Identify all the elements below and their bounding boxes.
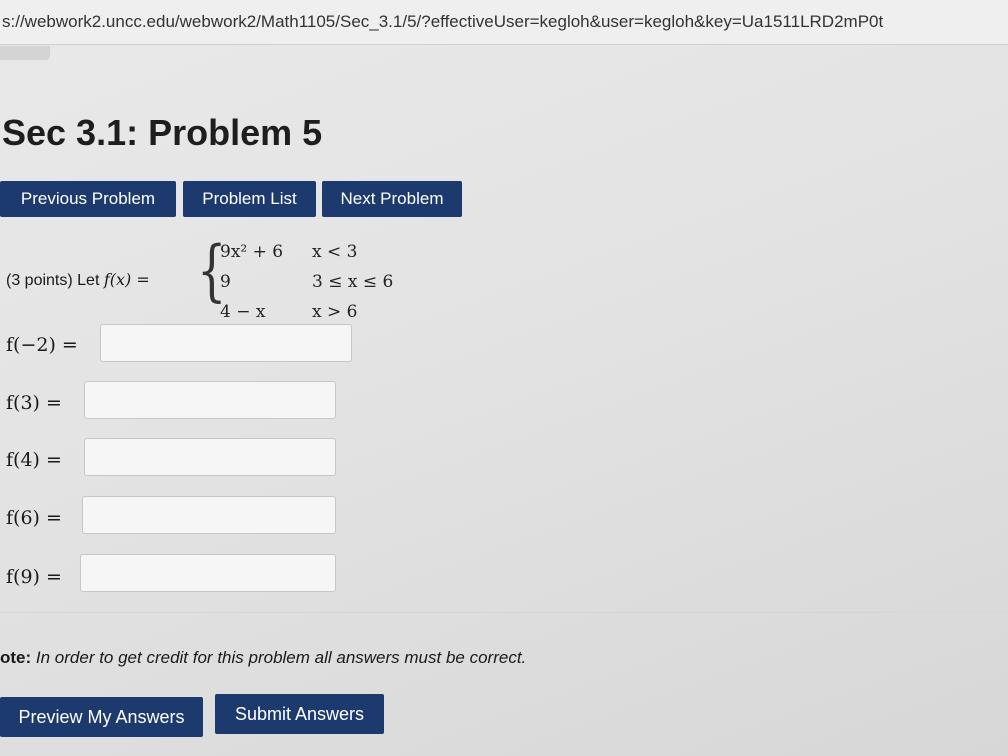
equals-sign: = <box>131 270 150 289</box>
next-problem-button[interactable]: Next Problem <box>322 181 462 217</box>
note-text: In order to get credit for this problem … <box>31 648 527 667</box>
problem-statement: (3 points) Let f(x) = <box>6 270 150 290</box>
question-label: f(4) = <box>6 449 62 471</box>
question-label: f(−2) = <box>6 334 78 356</box>
previous-problem-button[interactable]: Previous Problem <box>0 181 176 217</box>
answer-input-f-4[interactable] <box>84 438 336 476</box>
piece-condition: x > 6 <box>312 302 358 322</box>
tab-stub <box>0 46 50 60</box>
answer-input-f-neg2[interactable] <box>100 324 352 362</box>
answer-input-f-3[interactable] <box>84 381 336 419</box>
piece-expression: 9 <box>220 272 231 292</box>
page-title: Sec 3.1: Problem 5 <box>2 112 323 153</box>
submit-answers-button[interactable]: Submit Answers <box>215 694 384 734</box>
question-label: f(3) = <box>6 392 62 414</box>
question-label: f(6) = <box>6 507 62 529</box>
preview-answers-button[interactable]: Preview My Answers <box>0 697 203 737</box>
answer-input-f-6[interactable] <box>82 496 336 534</box>
function-name: f(x) <box>103 270 132 289</box>
piece-expression: 9x² + 6 <box>220 242 284 262</box>
problem-list-button[interactable]: Problem List <box>183 181 316 217</box>
piece-expression: 4 − x <box>220 302 266 322</box>
section-divider <box>0 612 1008 613</box>
question-label: f(9) = <box>6 566 62 588</box>
url-text[interactable]: s://webwork2.uncc.edu/webwork2/Math1105/… <box>2 12 1006 32</box>
piece-condition: x < 3 <box>312 242 358 262</box>
note-prefix: ote: <box>0 648 32 667</box>
problem-points-text: (3 points) Let <box>6 272 104 289</box>
piece-condition: 3 ≤ x ≤ 6 <box>312 272 394 292</box>
answer-input-f-9[interactable] <box>80 554 336 592</box>
address-bar[interactable]: s://webwork2.uncc.edu/webwork2/Math1105/… <box>0 0 1008 45</box>
credit-note: ote: In order to get credit for this pro… <box>0 648 526 668</box>
